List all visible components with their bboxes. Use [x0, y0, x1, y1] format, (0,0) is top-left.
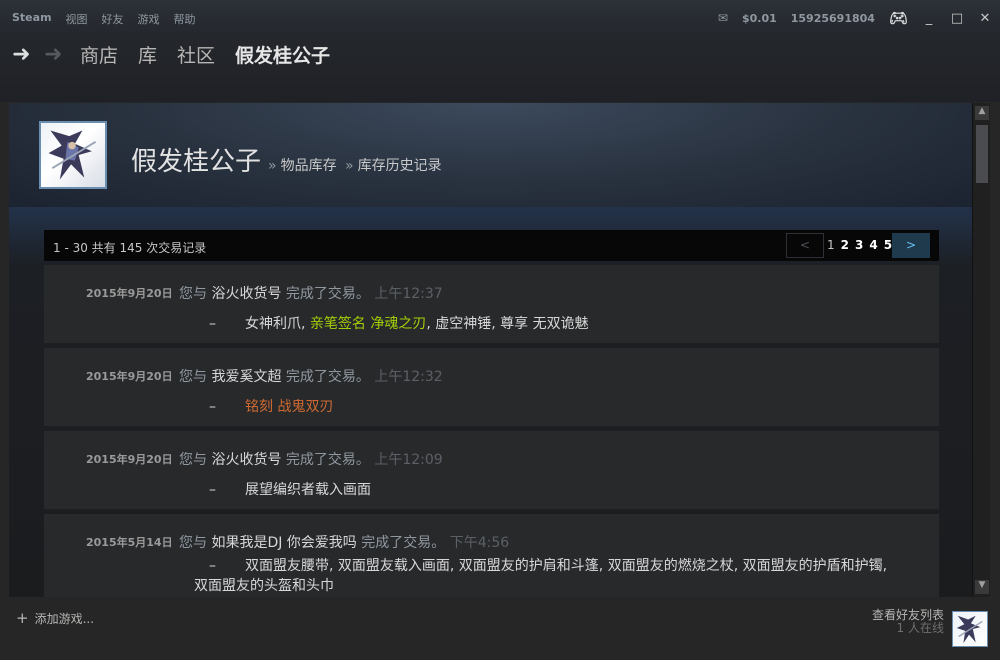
- trade-suffix: 完成了交易。: [285, 369, 370, 385]
- avatar-character-icon: [956, 615, 983, 644]
- item-dash: –: [209, 558, 216, 574]
- scroll-thumb[interactable]: [976, 125, 988, 183]
- bottom-bar: + 添加游戏... 查看好友列表 1 人在线: [0, 597, 1000, 660]
- item-dash: –: [209, 482, 216, 498]
- trade-time: 上午12:09: [374, 452, 443, 468]
- trade-item[interactable]: 女神利爪,: [245, 316, 310, 332]
- profile-header: 假发桂公子 » 物品库存 » 库存历史记录: [9, 103, 972, 207]
- trade-suffix: 完成了交易。: [285, 286, 370, 302]
- trade-date: 2015年9月20日: [86, 453, 173, 466]
- trade-partner[interactable]: 浴火收货号: [211, 286, 281, 302]
- item-dash: –: [209, 316, 216, 332]
- trade-row: 2015年9月20日 您与 我爱奚文超 完成了交易。 上午12:32 – 铭刻 战…: [44, 348, 939, 428]
- title-bar: Steam 视图 好友 游戏 帮助 ✉ $0.01 15925691804 🎮︎…: [0, 0, 1000, 36]
- minimize-icon[interactable]: _: [922, 11, 936, 26]
- profile-name[interactable]: 假发桂公子: [131, 141, 261, 178]
- trade-date: 2015年9月20日: [86, 287, 173, 300]
- maximize-icon[interactable]: □: [950, 11, 964, 26]
- page-5[interactable]: 5: [884, 238, 892, 252]
- trade-time: 上午12:32: [374, 369, 443, 385]
- account-name[interactable]: 15925691804: [791, 12, 875, 25]
- menu-help[interactable]: 帮助: [174, 11, 196, 27]
- trade-prefix: 您与: [179, 452, 207, 468]
- trade-item[interactable]: , 虚空神锤, 尊享 无双诡魅: [426, 316, 588, 332]
- trade-count: 1 - 30 共有 145 次交易记录: [53, 241, 207, 255]
- plus-icon: +: [16, 609, 29, 627]
- menu-games[interactable]: 游戏: [138, 11, 160, 27]
- trade-suffix: 完成了交易。: [285, 452, 370, 468]
- breadcrumb-history: 库存历史记录: [357, 158, 442, 174]
- trade-item-autographed[interactable]: 亲笔签名 净魂之刃: [310, 316, 426, 332]
- add-game-label: 添加游戏...: [34, 612, 95, 626]
- trade-item[interactable]: 双面盟友腰带, 双面盟友载入画面, 双面盟友的护肩和斗篷, 双面盟友的燃烧之杖,…: [245, 558, 887, 574]
- trade-date: 2015年9月20日: [86, 370, 173, 383]
- trade-prefix: 您与: [179, 369, 207, 385]
- add-game-button[interactable]: + 添加游戏...: [16, 609, 94, 627]
- avatar-character-icon: [48, 130, 97, 180]
- page-4[interactable]: 4: [869, 238, 877, 252]
- trade-time: 上午12:37: [374, 286, 443, 302]
- friends-list-button[interactable]: 查看好友列表 1 人在线: [872, 609, 944, 635]
- menu-view[interactable]: 视图: [66, 11, 88, 27]
- nav-links: 商店 库 社区 假发桂公子: [80, 41, 330, 68]
- next-page-button[interactable]: >: [892, 233, 930, 258]
- trade-item[interactable]: 展望编织者载入画面: [245, 482, 371, 498]
- scroll-down-icon[interactable]: ▼: [975, 580, 989, 594]
- nav-bar: ➜ ➜ 商店 库 社区 假发桂公子: [0, 36, 1000, 102]
- menu-steam[interactable]: Steam: [12, 11, 52, 27]
- trade-description: 您与 浴火收货号 完成了交易。 上午12:37: [179, 283, 443, 303]
- trade-partner[interactable]: 浴火收货号: [211, 452, 281, 468]
- avatar[interactable]: [39, 121, 107, 189]
- prev-page-button[interactable]: <: [786, 233, 824, 258]
- trade-description: 您与 如果我是DJ 你会爱我吗 完成了交易。 下午4:56: [179, 532, 509, 552]
- trade-items: – 双面盟友腰带, 双面盟友载入画面, 双面盟友的护肩和斗篷, 双面盟友的燃烧之杖…: [194, 556, 914, 596]
- page-3[interactable]: 3: [855, 238, 863, 252]
- menu-friends[interactable]: 好友: [102, 11, 124, 27]
- gamepad-icon[interactable]: 🎮︎: [889, 9, 908, 27]
- breadcrumb: » 物品库存 » 库存历史记录: [264, 155, 442, 175]
- menu-bar: Steam 视图 好友 游戏 帮助: [12, 11, 196, 27]
- trade-row: 2015年5月14日 您与 如果我是DJ 你会爱我吗 完成了交易。 下午4:56…: [44, 514, 939, 597]
- nav-community[interactable]: 社区: [177, 41, 215, 68]
- trade-item-inscribed[interactable]: 铭刻 战鬼双刃: [245, 399, 333, 415]
- trade-items: – 铭刻 战鬼双刃: [209, 396, 333, 416]
- nav-library[interactable]: 库: [138, 41, 157, 68]
- trade-row: 2015年9月20日 您与 浴火收货号 完成了交易。 上午12:09 – 展望编织…: [44, 431, 939, 511]
- item-dash: –: [209, 399, 216, 415]
- trade-items: – 展望编织者载入画面: [209, 479, 371, 499]
- page-2[interactable]: 2: [841, 238, 849, 252]
- content-frame: 假发桂公子 » 物品库存 » 库存历史记录 1 - 30 共有 145 次交易记录 …: [9, 103, 990, 597]
- trade-suffix: 完成了交易。: [361, 535, 446, 551]
- friends-avatar[interactable]: [952, 611, 988, 647]
- trade-items: – 女神利爪, 亲笔签名 净魂之刃, 虚空神锤, 尊享 无双诡魅: [209, 313, 589, 333]
- trade-description: 您与 浴火收货号 完成了交易。 上午12:09: [179, 449, 443, 469]
- envelope-icon[interactable]: ✉: [718, 11, 728, 25]
- trade-partner[interactable]: 如果我是DJ 你会爱我吗: [211, 535, 356, 551]
- trade-prefix: 您与: [179, 286, 207, 302]
- scroll-up-icon[interactable]: ▲: [975, 106, 989, 120]
- trade-date: 2015年5月14日: [86, 536, 173, 549]
- page-1: 1: [827, 238, 835, 252]
- trade-time: 下午4:56: [449, 535, 510, 551]
- trade-prefix: 您与: [179, 535, 207, 551]
- status-area: ✉ $0.01 15925691804 🎮︎ _ □ ✕: [718, 9, 992, 27]
- nav-store[interactable]: 商店: [80, 41, 118, 68]
- pagination-bar: 1 - 30 共有 145 次交易记录 < 1 2 3 4 5 >: [44, 230, 939, 261]
- close-icon[interactable]: ✕: [978, 11, 992, 26]
- nav-profile-active[interactable]: 假发桂公子: [235, 41, 330, 68]
- page-numbers: 1 2 3 4 5: [827, 238, 892, 252]
- breadcrumb-separator: »: [345, 158, 354, 174]
- friends-online-count: 1 人在线: [896, 621, 944, 635]
- trade-partner[interactable]: 我爱奚文超: [211, 369, 281, 385]
- breadcrumb-separator: »: [268, 158, 277, 174]
- trade-description: 您与 我爱奚文超 完成了交易。 上午12:32: [179, 366, 443, 386]
- back-arrow-icon[interactable]: ➜: [12, 42, 30, 67]
- forward-arrow-icon[interactable]: ➜: [44, 42, 62, 67]
- wallet-balance[interactable]: $0.01: [742, 12, 777, 25]
- vertical-scrollbar[interactable]: ▲ ▼: [972, 103, 990, 597]
- trade-item[interactable]: 双面盟友的头盔和头巾: [194, 576, 914, 596]
- trade-row: 2015年9月20日 您与 浴火收货号 完成了交易。 上午12:37 – 女神利爪…: [44, 265, 939, 345]
- breadcrumb-inventory[interactable]: 物品库存: [281, 158, 337, 174]
